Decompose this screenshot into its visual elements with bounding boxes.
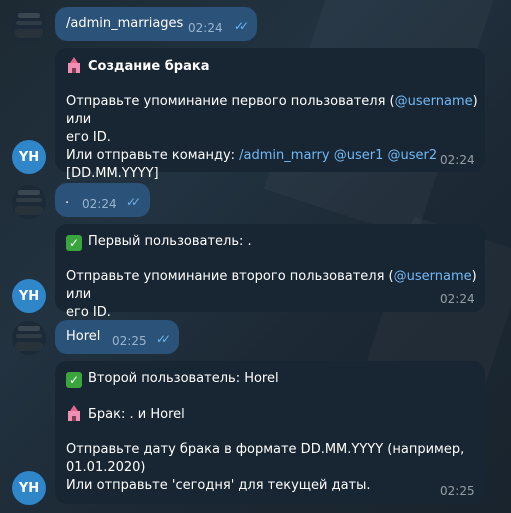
message-line: Или отправьте команду: (66, 148, 240, 163)
outgoing-message[interactable]: . 02:24 ✓✓ (55, 183, 150, 217)
message-line: Отправьте упоминание второго пользовател… (66, 269, 394, 284)
message-line: [DD.MM.YYYY] (66, 166, 159, 181)
username-link[interactable]: @username (394, 269, 472, 284)
message-line: Отправьте дату брака в формате DD.MM.YYY… (66, 442, 465, 457)
outgoing-message[interactable]: /admin_marriages 02:24 ✓✓ (55, 7, 257, 41)
wedding-icon (66, 405, 82, 421)
user1-link[interactable]: @user1 (334, 148, 384, 163)
message-time: 02:24 (440, 292, 475, 306)
read-ticks-icon: ✓✓ (156, 332, 171, 346)
message-time: 02:24 (440, 153, 475, 167)
user-avatar[interactable] (12, 8, 46, 42)
message-line: Первый пользователь: . (88, 234, 252, 249)
message-text: . (65, 192, 70, 207)
username-link[interactable]: @username (395, 94, 473, 109)
wedding-icon (66, 57, 82, 73)
message-time: 02:25 (440, 484, 475, 498)
message-time: 02:25 (112, 334, 147, 348)
message-title: Создание брака (88, 59, 210, 74)
message-line: его ID. (66, 130, 111, 145)
user2-link[interactable]: @user2 (388, 148, 438, 163)
outgoing-message[interactable]: Horel 02:25 ✓✓ (55, 320, 179, 354)
message-time: 02:24 (82, 197, 117, 211)
read-ticks-icon: ✓✓ (234, 19, 249, 33)
incoming-message[interactable]: ✓ Второй пользователь: Horel Брак: . и Ho… (55, 361, 485, 504)
bot-avatar[interactable]: YH (12, 471, 46, 505)
bot-avatar[interactable]: YH (12, 140, 46, 174)
message-line: Второй пользователь: Horel (88, 371, 279, 386)
command-link[interactable]: /admin_marry (239, 148, 329, 163)
incoming-message[interactable]: Создание брака Отправьте упоминание перв… (55, 48, 485, 181)
message-text: Horel (66, 329, 101, 344)
message-line: Брак: . и Horel (88, 407, 185, 422)
message-time: 02:24 (188, 21, 223, 35)
bot-avatar[interactable]: YH (12, 279, 46, 313)
check-mark-icon: ✓ (66, 235, 82, 251)
message-text[interactable]: /admin_marriages (66, 15, 183, 33)
user-avatar[interactable] (12, 321, 46, 355)
message-line: Или отправьте 'сегодня' для текущей даты… (66, 478, 371, 493)
check-mark-icon: ✓ (66, 372, 82, 388)
read-ticks-icon: ✓✓ (126, 195, 141, 209)
message-line: 01.01.2020) (66, 460, 146, 475)
user-avatar[interactable] (12, 185, 46, 219)
message-line: Отправьте упоминание первого пользовател… (66, 94, 395, 109)
incoming-message[interactable]: ✓ Первый пользователь: . Отправьте упомин… (55, 224, 485, 320)
